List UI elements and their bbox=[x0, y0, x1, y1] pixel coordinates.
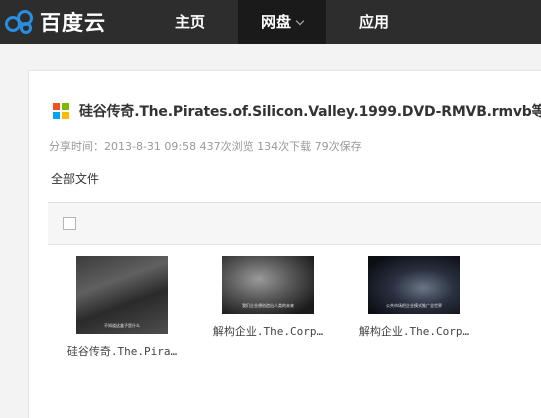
brand-name: 百度云 bbox=[40, 11, 106, 35]
brand-logo[interactable]: 百度云 bbox=[4, 7, 106, 37]
page-title: 硅谷传奇.The.Pirates.of.Silicon.Valley.1999.… bbox=[79, 104, 541, 120]
share-meta: 分享时间：2013-8-31 09:58 437次浏览 134次下载 79次保存 bbox=[49, 140, 362, 153]
video-thumbnail[interactable]: 不知道这盒子是什么 bbox=[76, 256, 168, 334]
nav-netdisk[interactable]: 网盘 bbox=[238, 0, 326, 44]
thumbnail-subtitle: 公共市场把企业模式推广全世界 bbox=[386, 303, 442, 308]
file-list-header bbox=[48, 202, 541, 245]
file-name[interactable]: 解构企业.The.Corp… bbox=[203, 323, 333, 339]
file-name[interactable]: 硅谷传奇.The.Pira… bbox=[57, 343, 187, 359]
file-item[interactable]: 不知道这盒子是什么 硅谷传奇.The.Pira… bbox=[57, 256, 187, 359]
baidu-cloud-icon bbox=[5, 10, 33, 34]
nav-netdisk-label: 网盘 bbox=[260, 13, 291, 31]
chevron-down-icon[interactable] bbox=[295, 16, 305, 26]
thumbnail-subtitle: 不知道这盒子是什么 bbox=[104, 323, 140, 328]
breadcrumb-all-files[interactable]: 全部文件 bbox=[51, 170, 99, 187]
share-content-panel: 硅谷传奇.The.Pirates.of.Silicon.Valley.1999.… bbox=[28, 70, 541, 418]
file-name[interactable]: 解构企业.The.Corp… bbox=[349, 323, 479, 339]
nav-home[interactable]: 主页 bbox=[156, 0, 224, 44]
thumbnail-subtitle: 我们企业想创造出人类的未来 bbox=[242, 303, 294, 308]
video-thumbnail[interactable]: 我们企业想创造出人类的未来 bbox=[222, 256, 314, 314]
select-all-checkbox[interactable] bbox=[63, 217, 76, 230]
windows-logo-icon bbox=[53, 103, 69, 119]
top-navigation-bar: 百度云 主页 网盘 应用 bbox=[0, 0, 541, 44]
nav-apps[interactable]: 应用 bbox=[340, 0, 408, 44]
video-thumbnail[interactable]: 公共市场把企业模式推广全世界 bbox=[368, 256, 460, 314]
file-item[interactable]: 我们企业想创造出人类的未来 解构企业.The.Corp… bbox=[203, 256, 333, 339]
file-item[interactable]: 公共市场把企业模式推广全世界 解构企业.The.Corp… bbox=[349, 256, 479, 339]
share-title-row: 硅谷传奇.The.Pirates.of.Silicon.Valley.1999.… bbox=[53, 99, 541, 123]
